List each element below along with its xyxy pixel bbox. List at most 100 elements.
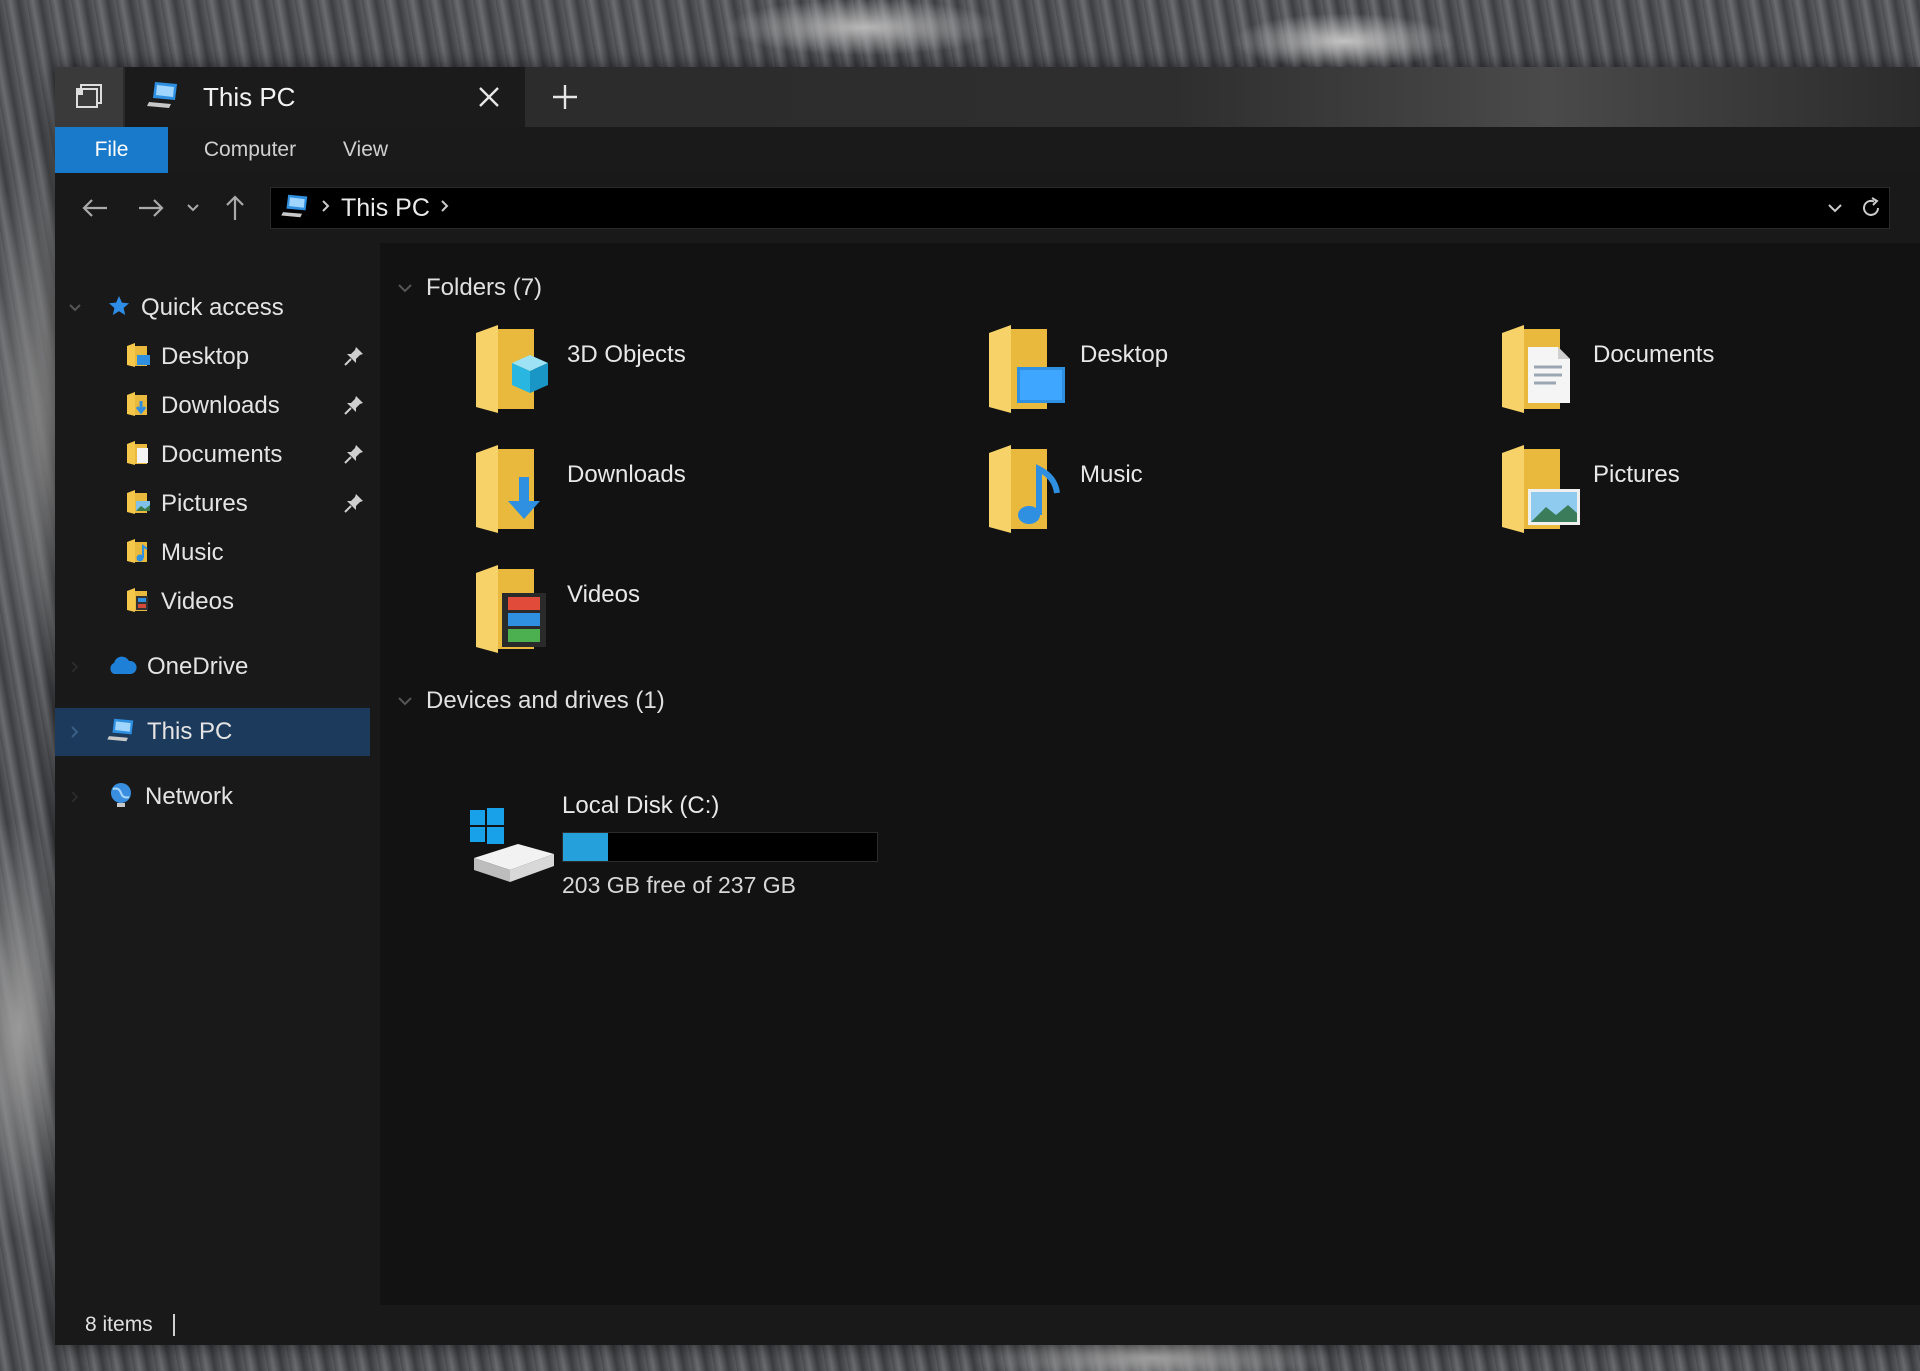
- folder-tile-videos[interactable]: Videos: [472, 563, 892, 673]
- address-bar-actions: [1817, 188, 1889, 228]
- desktop-folder-icon: [125, 342, 151, 373]
- tab-this-pc[interactable]: This PC: [125, 67, 525, 127]
- sidebar-item-label: Documents: [161, 441, 283, 468]
- sidebar-item-downloads[interactable]: Downloads: [55, 382, 370, 430]
- chevron-right-icon[interactable]: [440, 199, 450, 218]
- pictures-folder-icon: [1502, 445, 1580, 533]
- sidebar-item-label: This PC: [147, 718, 233, 745]
- sidebar-item-music[interactable]: Music: [55, 529, 370, 577]
- arrow-right-icon: [139, 199, 164, 217]
- sidebar-item-this-pc[interactable]: This PC: [55, 708, 370, 756]
- arrow-left-icon: [82, 199, 107, 217]
- sidebar-item-label: Videos: [161, 588, 234, 615]
- recent-locations-button[interactable]: [181, 187, 205, 229]
- sidebar-item-label: Quick access: [141, 294, 284, 321]
- close-icon: [479, 87, 499, 107]
- this-pc-icon: [281, 193, 311, 224]
- music-folder-icon: [125, 538, 151, 569]
- chevron-down-icon[interactable]: [65, 284, 85, 332]
- group-header-folders[interactable]: Folders (7): [392, 268, 542, 308]
- navigation-pane: Quick access Desktop Downloads Documents…: [55, 243, 380, 1305]
- this-pc-icon: [107, 717, 137, 748]
- pin-icon[interactable]: [343, 492, 365, 519]
- address-dropdown-button[interactable]: [1817, 188, 1853, 228]
- drive-tile-local-disk[interactable]: Local Disk (C:) 203 GB free of 237 GB: [470, 788, 930, 898]
- sidebar-item-label: Network: [145, 783, 234, 810]
- videos-folder-icon: [476, 565, 546, 653]
- folder-tile-pictures[interactable]: Pictures: [1498, 443, 1918, 553]
- refresh-icon: [1863, 197, 1879, 216]
- drive-name: Local Disk (C:): [562, 792, 720, 819]
- up-button[interactable]: [215, 187, 255, 229]
- drive-usage-bar: [562, 832, 878, 862]
- chevron-down-icon[interactable]: [392, 283, 418, 293]
- hard-drive-icon: [470, 808, 554, 882]
- file-explorer-window: This PC File Computer View This PC Quick…: [55, 67, 1920, 1345]
- ribbon-tab-computer[interactable]: Computer: [185, 127, 315, 173]
- sidebar-item-onedrive[interactable]: OneDrive: [55, 643, 370, 691]
- drive-usage-fill: [563, 833, 609, 861]
- tab-title: This PC: [203, 81, 296, 112]
- new-tab-button[interactable]: [535, 67, 595, 127]
- sidebar-item-quick-access[interactable]: Quick access: [55, 284, 370, 332]
- chevron-down-icon: [187, 204, 199, 212]
- item-count: 8 items: [85, 1313, 153, 1336]
- folder-name: 3D Objects: [567, 341, 686, 368]
- address-bar[interactable]: This PC: [270, 187, 1890, 229]
- group-header-devices[interactable]: Devices and drives (1): [392, 681, 665, 721]
- pin-icon[interactable]: [343, 443, 365, 470]
- folder-tile-3d-objects[interactable]: 3D Objects: [472, 323, 892, 433]
- close-tab-button[interactable]: [469, 77, 509, 117]
- sidebar-item-network[interactable]: Network: [55, 773, 370, 821]
- folder-tile-downloads[interactable]: Downloads: [472, 443, 892, 553]
- folder-name: Pictures: [1593, 461, 1680, 488]
- sidebar-item-videos[interactable]: Videos: [55, 578, 370, 626]
- pin-icon[interactable]: [343, 394, 365, 421]
- plus-icon: [553, 85, 577, 109]
- status-separator: [172, 1314, 175, 1336]
- this-pc-icon: [147, 80, 181, 115]
- sidebar-item-documents[interactable]: Documents: [55, 431, 370, 479]
- videos-folder-icon: [125, 587, 151, 618]
- ribbon-tab-file[interactable]: File: [55, 127, 168, 173]
- sidebar-item-desktop[interactable]: Desktop: [55, 333, 370, 381]
- chevron-right-icon[interactable]: [65, 708, 85, 756]
- folder-tile-desktop[interactable]: Desktop: [985, 323, 1405, 433]
- breadcrumb: This PC: [271, 188, 450, 228]
- sidebar-item-label: Pictures: [161, 490, 248, 517]
- ribbon-tab-view[interactable]: View: [328, 127, 403, 173]
- back-button[interactable]: [75, 187, 115, 229]
- content-pane: Folders (7) 3D Objects Desktop Documents…: [380, 243, 1920, 1305]
- documents-folder-icon: [1502, 325, 1570, 413]
- refresh-button[interactable]: [1853, 188, 1889, 228]
- chevron-right-icon[interactable]: [65, 643, 85, 691]
- chevron-down-icon[interactable]: [392, 696, 418, 706]
- downloads-folder-icon: [125, 391, 151, 422]
- group-header-label: Folders (7): [426, 274, 543, 301]
- chevron-right-icon[interactable]: [65, 773, 85, 821]
- downloads-folder-icon: [476, 445, 540, 533]
- cloud-icon: [107, 654, 137, 681]
- 3d-objects-folder-icon: [476, 325, 548, 413]
- folder-tile-documents[interactable]: Documents: [1498, 323, 1918, 433]
- music-folder-icon: [989, 445, 1060, 533]
- status-bar: 8 items: [55, 1305, 1920, 1345]
- pictures-folder-icon: [125, 489, 151, 520]
- arrow-up-icon: [226, 195, 244, 220]
- drive-free-space: 203 GB free of 237 GB: [562, 872, 796, 898]
- star-icon: [107, 294, 131, 323]
- breadcrumb-this-pc[interactable]: This PC: [341, 194, 430, 223]
- forward-button[interactable]: [131, 187, 171, 229]
- documents-folder-icon: [125, 440, 151, 471]
- group-header-label: Devices and drives (1): [426, 687, 665, 714]
- sidebar-item-label: Music: [161, 539, 224, 566]
- folder-name: Desktop: [1080, 341, 1169, 368]
- tab-overview-icon[interactable]: [55, 67, 123, 127]
- pin-icon[interactable]: [343, 345, 365, 372]
- desktop-folder-icon: [989, 325, 1065, 413]
- sidebar-item-pictures[interactable]: Pictures: [55, 480, 370, 528]
- sidebar-item-label: Desktop: [161, 343, 250, 370]
- folder-tile-music[interactable]: Music: [985, 443, 1405, 553]
- chevron-right-icon[interactable]: [321, 199, 331, 218]
- folder-name: Music: [1080, 461, 1143, 488]
